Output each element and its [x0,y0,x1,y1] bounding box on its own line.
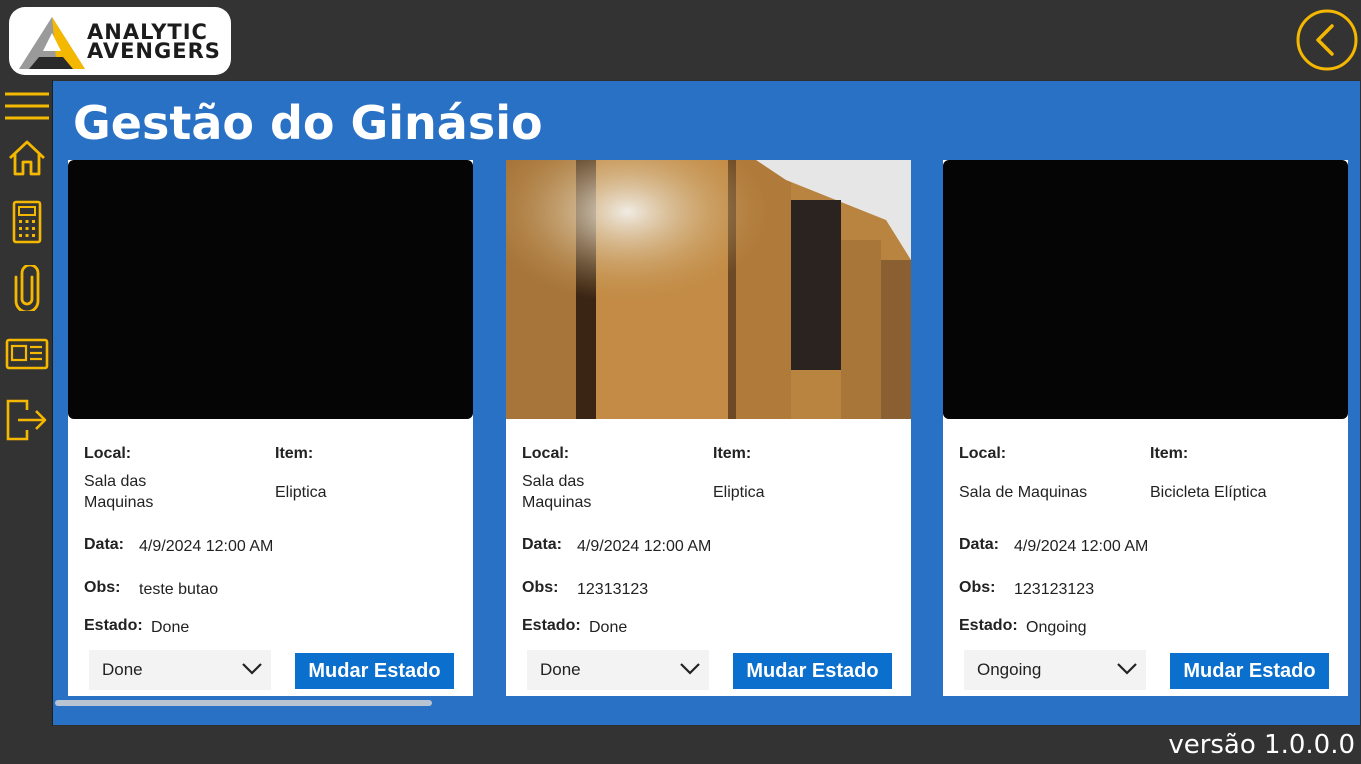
calculator-icon [12,200,42,244]
data-value: 4/9/2024 12:00 AM [139,538,274,555]
card-photo [943,160,1348,419]
chevron-left-icon [1296,9,1358,71]
obs-label: Obs: [522,579,559,596]
sidebar [0,80,53,726]
card-photo [506,160,911,419]
estado-value: Ongoing [1026,619,1087,636]
horizontal-scrollbar[interactable] [55,700,432,706]
home-icon [9,140,45,176]
estado-value: Done [589,619,628,636]
local-label: Local: [522,445,570,462]
menu-icon [5,92,49,120]
wardrobe-photo [506,160,911,419]
obs-value: 12313123 [577,581,649,598]
sidebar-item-attachments[interactable] [4,265,50,311]
data-label: Data: [959,536,1000,553]
estado-value: Done [151,619,190,636]
main-content: Gestão do Ginásio Local: Item: Sala das … [53,81,1360,725]
obs-label: Obs: [84,579,121,596]
page-title: Gestão do Ginásio [73,96,543,150]
dropdown-value: Done [102,660,143,679]
menu-button[interactable] [4,82,50,128]
estado-dropdown[interactable]: Done [527,650,709,690]
top-bar: ANALYTIC AVENGERS [0,0,1361,80]
data-value: 4/9/2024 12:00 AM [1014,538,1149,555]
chevron-down-icon [680,663,700,675]
local-value: Sala das Maquinas [84,473,154,511]
data-label: Data: [522,536,563,553]
estado-label: Estado: [522,617,581,634]
maintenance-card: Local: Item: Sala das Maquinas Eliptica … [506,160,911,696]
logo-triangle-icon [19,17,85,69]
mudar-estado-button[interactable]: Mudar Estado [295,653,454,689]
brand-logo: ANALYTIC AVENGERS [9,7,231,75]
dropdown-value: Done [540,660,581,679]
mudar-estado-button[interactable]: Mudar Estado [1170,653,1329,689]
estado-label: Estado: [84,617,143,634]
item-value: Eliptica [275,484,327,501]
logout-icon [6,399,47,441]
sidebar-item-logout[interactable] [4,397,50,443]
card-photo [68,160,473,419]
chevron-down-icon [1117,663,1137,675]
item-value: Eliptica [713,484,765,501]
obs-value: teste butao [139,581,219,598]
local-label: Local: [959,445,1007,462]
estado-dropdown[interactable]: Done [89,650,271,690]
estado-dropdown[interactable]: Ongoing [964,650,1146,690]
chevron-down-icon [242,663,262,675]
sidebar-item-news[interactable] [4,331,50,377]
maintenance-card: Local: Item: Sala das Maquinas Eliptica … [68,160,473,696]
mudar-estado-button[interactable]: Mudar Estado [733,653,892,689]
obs-value: 123123123 [1014,581,1095,598]
maintenance-card: Local: Item: Sala de Maquinas Bicicleta … [943,160,1348,696]
estado-label: Estado: [959,617,1018,634]
sidebar-item-home[interactable] [4,135,50,181]
local-label: Local: [84,445,132,462]
footer-bar: versão 1.0.0.0 [0,726,1361,764]
obs-label: Obs: [959,579,996,596]
back-button[interactable] [1295,8,1359,72]
item-label: Item: [1150,445,1189,462]
version-text: versão 1.0.0.0 [1168,730,1355,760]
brand-line-2: AVENGERS [87,39,221,63]
dropdown-value: Ongoing [977,660,1042,679]
data-value: 4/9/2024 12:00 AM [577,538,712,555]
item-label: Item: [275,445,314,462]
sidebar-item-calculator[interactable] [4,199,50,245]
local-value: Sala das Maquinas [522,473,592,511]
data-label: Data: [84,536,125,553]
local-value: Sala de Maquinas [959,484,1088,501]
item-label: Item: [713,445,752,462]
newspaper-icon [5,338,49,370]
item-value: Bicicleta Elíptica [1150,484,1267,501]
paperclip-icon [14,265,40,311]
